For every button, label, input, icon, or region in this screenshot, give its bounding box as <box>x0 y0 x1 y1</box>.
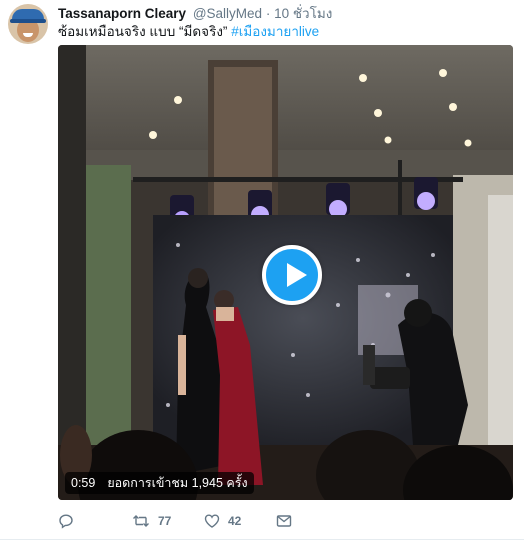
direct-message-button[interactable] <box>276 510 292 532</box>
tweet-timestamp[interactable]: 10 ชั่วโมง <box>274 6 332 21</box>
tweet-actions: 77 42 <box>58 510 513 532</box>
retweet-icon <box>133 515 149 527</box>
video-player[interactable]: 0:59 ยอดการเข้าชม 1,945 ครั้ง <box>58 45 513 500</box>
video-duration: 0:59 <box>71 476 96 490</box>
retweet-button[interactable]: 77 <box>132 510 171 532</box>
reply-button[interactable] <box>58 510 74 532</box>
tweet-body-text: ซ้อมเหมือนจริง แบบ “มีดจริง” <box>58 24 228 39</box>
tweet-header: Tassanaporn Cleary @SallyMed · 10 ชั่วโม… <box>58 5 332 23</box>
header-separator: · <box>265 6 271 21</box>
author-username[interactable]: @SallyMed <box>193 6 262 21</box>
retweet-count: 77 <box>158 514 172 528</box>
hashtag-link[interactable]: #เมืองมายาlive <box>231 24 319 39</box>
author-fullname[interactable]: Tassanaporn Cleary <box>58 6 186 21</box>
tweet-card[interactable]: Tassanaporn Cleary @SallyMed · 10 ชั่วโม… <box>0 0 524 540</box>
avatar[interactable] <box>8 4 48 44</box>
like-count: 42 <box>228 514 242 528</box>
play-icon <box>287 263 307 287</box>
video-view-count: ยอดการเข้าชม 1,945 ครั้ง <box>107 476 248 490</box>
play-button[interactable] <box>262 245 322 305</box>
reply-icon <box>59 514 73 529</box>
envelope-icon <box>276 515 292 527</box>
avatar-cap-brim <box>10 19 46 23</box>
heart-icon <box>204 514 220 528</box>
tweet-text: ซ้อมเหมือนจริง แบบ “มีดจริง” #เมืองมายาl… <box>58 23 319 41</box>
like-button[interactable]: 42 <box>204 510 241 532</box>
video-info-badge: 0:59 ยอดการเข้าชม 1,945 ครั้ง <box>65 472 254 494</box>
